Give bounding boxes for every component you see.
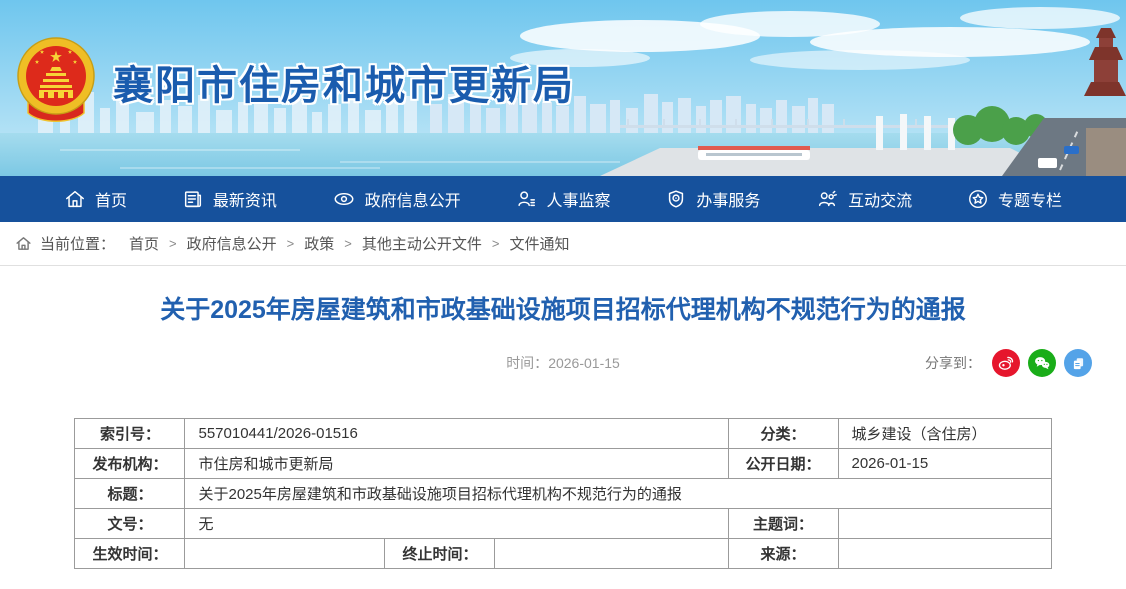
source-label: 来源： — [728, 539, 838, 569]
nav-item-personnel[interactable]: 人事监察 — [515, 187, 610, 211]
site-title: 襄阳市住房和城市更新局 — [113, 53, 575, 111]
nav-item-home[interactable]: 首页 — [64, 187, 127, 211]
effective-date-value — [185, 539, 385, 569]
nav-item-gov-info[interactable]: 政府信息公开 — [332, 187, 461, 211]
table-row: 发布机构： 市住房和城市更新局 公开日期： 2026-01-15 — [75, 449, 1051, 479]
share-copy-button[interactable] — [1064, 349, 1092, 377]
share-wechat-button[interactable] — [1028, 349, 1056, 377]
keywords-label: 主题词： — [728, 509, 838, 539]
main-nav: 首页 最新资讯 政府信息公开 人事监察 — [0, 176, 1126, 222]
nav-item-label: 政府信息公开 — [365, 187, 461, 211]
breadcrumb-separator: > — [344, 236, 352, 251]
time-label: 时间： — [506, 355, 548, 371]
share-label: 分享到： — [925, 353, 981, 373]
site-brand: 襄阳市住房和城市更新局 — [14, 36, 575, 128]
table-row: 文号： 无 主题词： — [75, 509, 1051, 539]
weibo-icon — [997, 354, 1015, 372]
time-value: 2026-01-15 — [548, 355, 620, 371]
nav-item-label: 人事监察 — [546, 187, 610, 211]
breadcrumb-link-gov-info[interactable]: 政府信息公开 — [187, 233, 277, 254]
page-title: 关于2025年房屋建筑和市政基础设施项目招标代理机构不规范行为的通报 — [58, 292, 1068, 328]
people-chat-icon — [815, 188, 839, 210]
nav-item-interaction[interactable]: 互动交流 — [815, 187, 912, 211]
article-content: 关于2025年房屋建筑和市政基础设施项目招标代理机构不规范行为的通报 时间：20… — [0, 266, 1126, 569]
index-number-value: 557010441/2026-01516 — [185, 419, 728, 449]
nav-item-label: 办事服务 — [696, 187, 760, 211]
table-row: 标题： 关于2025年房屋建筑和市政基础设施项目招标代理机构不规范行为的通报 — [75, 479, 1051, 509]
eye-icon — [332, 188, 356, 210]
table-row: 生效时间： 终止时间： 来源： — [75, 539, 1051, 569]
breadcrumb-separator: > — [287, 236, 295, 251]
breadcrumb-separator: > — [169, 236, 177, 251]
source-value — [838, 539, 1051, 569]
breadcrumb-link-policy[interactable]: 政策 — [304, 233, 334, 254]
china-national-emblem-icon — [14, 36, 98, 128]
star-circle-icon — [967, 188, 989, 210]
issuing-agency-label: 发布机构： — [75, 449, 185, 479]
person-list-icon — [515, 188, 537, 210]
keywords-value — [838, 509, 1051, 539]
copy-doc-icon — [1070, 355, 1087, 372]
breadcrumb-location-label: 当前位置： — [40, 233, 115, 254]
publish-date-label: 公开日期： — [728, 449, 838, 479]
home-icon — [15, 235, 32, 252]
breadcrumb-link-other-public-docs[interactable]: 其他主动公开文件 — [362, 233, 482, 254]
doc-number-label: 文号： — [75, 509, 185, 539]
doc-title-value: 关于2025年房屋建筑和市政基础设施项目招标代理机构不规范行为的通报 — [185, 479, 1051, 509]
share-bar: 分享到： — [925, 349, 1092, 377]
article-meta-row: 时间：2026-01-15 分享到： — [0, 348, 1126, 378]
effective-date-label: 生效时间： — [75, 539, 185, 569]
doc-number-value: 无 — [185, 509, 728, 539]
nav-item-label: 最新资讯 — [213, 187, 277, 211]
nav-item-label: 专题专栏 — [998, 187, 1062, 211]
nav-item-news[interactable]: 最新资讯 — [182, 187, 277, 211]
nav-item-label: 互动交流 — [848, 187, 912, 211]
doc-title-label: 标题： — [75, 479, 185, 509]
category-label: 分类： — [728, 419, 838, 449]
nav-item-services[interactable]: 办事服务 — [665, 187, 760, 211]
publish-date-value: 2026-01-15 — [838, 449, 1051, 479]
nav-item-label: 首页 — [95, 187, 127, 211]
shield-icon — [665, 188, 687, 210]
site-banner: 襄阳市住房和城市更新局 — [0, 0, 1126, 176]
category-value: 城乡建设（含住房） — [838, 419, 1051, 449]
breadcrumb: 当前位置： 首页 > 政府信息公开 > 政策 > 其他主动公开文件 > 文件通知 — [0, 222, 1126, 266]
issuing-agency-value: 市住房和城市更新局 — [185, 449, 728, 479]
nav-item-special-topics[interactable]: 专题专栏 — [967, 187, 1062, 211]
table-row: 索引号： 557010441/2026-01516 分类： 城乡建设（含住房） — [75, 419, 1051, 449]
breadcrumb-separator: > — [492, 236, 500, 251]
share-weibo-button[interactable] — [992, 349, 1020, 377]
wechat-icon — [1033, 354, 1051, 372]
breadcrumb-link-home[interactable]: 首页 — [129, 233, 159, 254]
home-icon — [64, 188, 86, 210]
document-meta-table: 索引号： 557010441/2026-01516 分类： 城乡建设（含住房） … — [74, 418, 1051, 569]
index-number-label: 索引号： — [75, 419, 185, 449]
breadcrumb-link-doc-notice[interactable]: 文件通知 — [509, 233, 569, 254]
news-icon — [182, 188, 204, 210]
expiry-date-value — [495, 539, 728, 569]
expiry-date-label: 终止时间： — [385, 539, 495, 569]
